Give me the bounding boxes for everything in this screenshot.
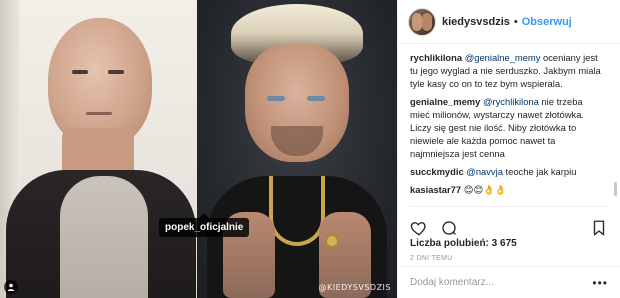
header-username[interactable]: kiedysvsdzis (442, 16, 510, 28)
instagram-post: @KIEDYSVSDZIS popek_oficjalnie kiedysvsd… (0, 0, 620, 298)
watermark: @KIEDYSVSDZIS (318, 283, 391, 292)
comment-text: teoche jak karpiu (502, 166, 577, 177)
comment-item: genialne_memy @rychlikilona nie trzeba m… (410, 95, 604, 160)
user-tag-label[interactable]: popek_oficjalnie (159, 213, 250, 237)
comment-username[interactable]: kasiastar77 (410, 184, 461, 195)
photo-before-eye-left (72, 70, 88, 74)
comment-input[interactable] (410, 277, 580, 288)
add-comment-bar: ••• (398, 266, 620, 298)
post-timestamp: 2 DNI TEMU (410, 255, 453, 262)
photo-before-shirt-front (60, 176, 148, 298)
comment-item: kasiastar77 😊😊👌👌 (410, 183, 604, 196)
comment-mention[interactable]: @genialne_memy (465, 52, 541, 63)
person-tag-icon[interactable] (4, 280, 18, 294)
likes-count[interactable]: Liczba polubień: 3 675 (410, 238, 517, 249)
photo-after: @KIEDYSVSDZIS (197, 0, 397, 298)
comment-item: succkmydic @navvja teoche jak karpiu (410, 165, 604, 178)
comments-list[interactable]: rychlikilona @genialne_memy oceniany jes… (398, 45, 620, 201)
action-bar (410, 206, 608, 240)
comment-username[interactable]: succkmydic (410, 166, 464, 177)
comment-item: rychlikilona @genialne_memy oceniany jes… (410, 51, 604, 90)
photo-after-eye-left (267, 96, 285, 101)
comment-username[interactable]: rychlikilona (410, 52, 462, 63)
post-sidebar: kiedysvsdzis • Obserwuj rychlikilona @ge… (397, 0, 620, 298)
bookmark-icon[interactable] (590, 219, 608, 237)
photo-before (0, 0, 197, 298)
photo-after-chain (269, 176, 325, 246)
comment-username[interactable]: genialne_memy (410, 96, 480, 107)
photo-before-eye-right (108, 70, 124, 74)
follow-button[interactable]: Obserwuj (522, 16, 572, 28)
post-media[interactable]: @KIEDYSVSDZIS popek_oficjalnie (0, 0, 397, 298)
more-options-icon[interactable]: ••• (592, 276, 608, 290)
post-header: kiedysvsdzis • Obserwuj (398, 0, 620, 44)
heart-icon[interactable] (410, 219, 428, 237)
avatar[interactable] (408, 7, 436, 36)
photo-after-ring (325, 234, 339, 248)
comment-mention[interactable]: @navvja (466, 166, 503, 177)
comment-mention[interactable]: @rychlikilona (483, 96, 539, 107)
comments-scrollbar[interactable] (614, 182, 617, 196)
comment-text: 😊😊👌👌 (461, 184, 507, 195)
photo-after-eye-right (307, 96, 325, 101)
header-separator: • (513, 15, 518, 28)
photo-before-mouth (86, 112, 112, 115)
comment-icon[interactable] (440, 219, 458, 237)
